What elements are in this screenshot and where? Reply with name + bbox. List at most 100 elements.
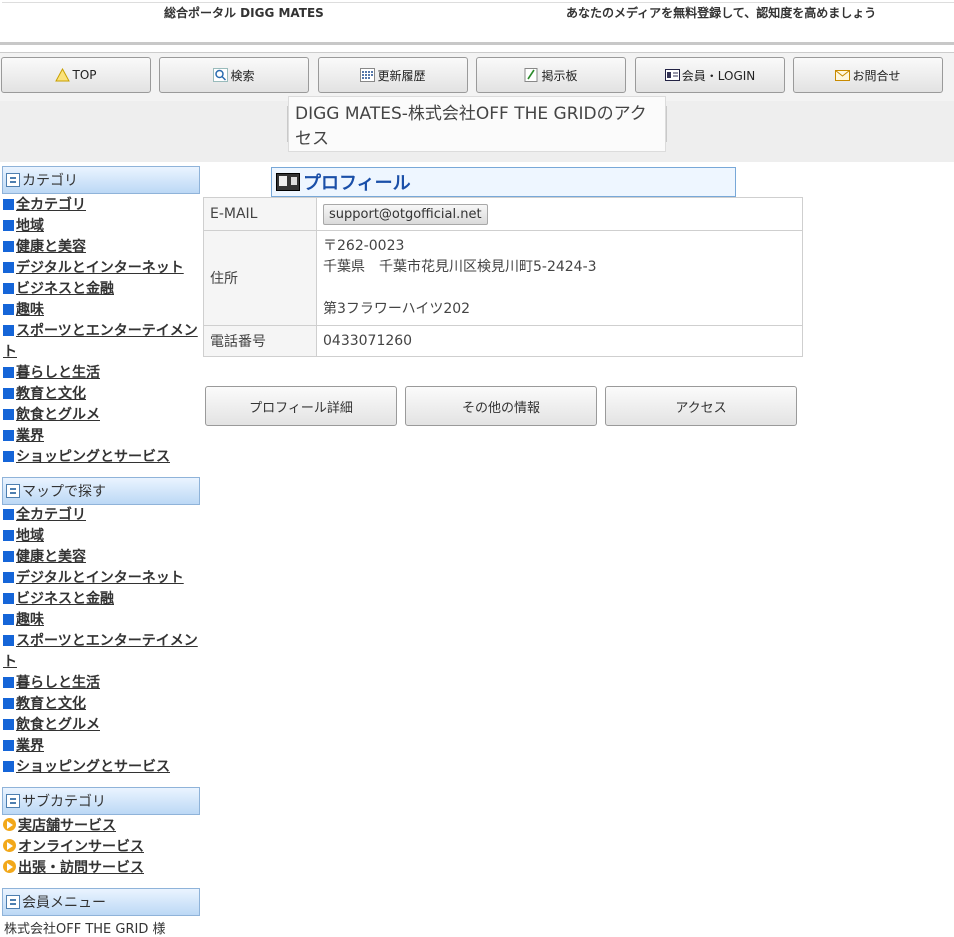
category-link[interactable]: 業界 — [3, 426, 201, 447]
map-heading: マップで探す — [2, 477, 200, 505]
map-link[interactable]: デジタルとインターネット — [3, 568, 201, 589]
category-link[interactable]: 趣味 — [3, 300, 201, 321]
map-link[interactable]: 健康と美容 — [3, 547, 201, 568]
play-circle-icon — [3, 839, 16, 852]
blue-square-bullet-icon — [3, 220, 14, 231]
category-link-label: ショッピングとサービス — [16, 449, 170, 465]
blue-square-bullet-icon — [3, 241, 14, 252]
blue-square-bullet-icon — [3, 430, 14, 441]
site-tagline: あなたのメディアを無料登録して、認知度を高めましょう — [566, 6, 877, 20]
map-link[interactable]: 飲食とグルメ — [3, 715, 201, 736]
table-row: E-MAIL support@otgofficial.net — [203, 197, 803, 231]
blue-square-bullet-icon — [3, 388, 14, 399]
blue-square-bullet-icon — [3, 283, 14, 294]
nav-search-button[interactable]: 検索 — [159, 57, 309, 93]
site-header: 総合ポータル DIGG MATES あなたのメディアを無料登録して、認知度を高め… — [0, 0, 954, 45]
blue-square-bullet-icon — [3, 325, 14, 336]
nav-login-label: 会員・LOGIN — [681, 68, 756, 83]
map-link-label: 飲食とグルメ — [16, 717, 100, 733]
category-link[interactable]: 健康と美容 — [3, 237, 201, 258]
blue-square-bullet-icon — [3, 740, 14, 751]
map-link[interactable]: 教育と文化 — [3, 694, 201, 715]
category-link-label: スポーツとエンターテイメント — [3, 323, 198, 360]
play-circle-icon — [3, 818, 16, 831]
subcategory-link[interactable]: オンラインサービス — [3, 837, 201, 858]
category-heading: カテゴリ — [2, 166, 200, 194]
category-link-label: 暮らしと生活 — [16, 365, 100, 381]
nav-top-button[interactable]: TOP — [1, 57, 151, 93]
category-link[interactable]: 飲食とグルメ — [3, 405, 201, 426]
blue-square-bullet-icon — [3, 677, 14, 688]
play-circle-icon — [3, 860, 16, 873]
map-link[interactable]: スポーツとエンターテイメント — [3, 631, 201, 673]
email-button[interactable]: support@otgofficial.net — [323, 203, 488, 225]
category-link[interactable]: 全カテゴリ — [3, 195, 201, 216]
category-link-label: 全カテゴリ — [16, 197, 86, 213]
category-heading-label: カテゴリ — [22, 173, 78, 189]
map-link-label: ビジネスと金融 — [16, 591, 114, 607]
envelope-icon — [835, 68, 851, 82]
table-row: 電話番号 0433071260 — [203, 325, 803, 357]
blue-square-bullet-icon — [3, 719, 14, 730]
map-link-label: 全カテゴリ — [16, 507, 86, 523]
address-line2: 第3フラワーハイツ202 — [323, 301, 471, 317]
blue-square-bullet-icon — [3, 509, 14, 520]
subcategory-link-label: 出張・訪問サービス — [18, 860, 144, 876]
warning-triangle-icon — [55, 67, 71, 82]
profile-card-icon — [276, 173, 300, 191]
subcategory-link-label: 実店舗サービス — [18, 818, 116, 834]
map-link[interactable]: 趣味 — [3, 610, 201, 631]
category-link[interactable]: ショッピングとサービス — [3, 447, 201, 468]
nav-contact-label: お問合せ — [852, 68, 901, 83]
tree-list-icon — [6, 173, 20, 187]
blue-square-bullet-icon — [3, 614, 14, 625]
map-link-label: ショッピングとサービス — [16, 759, 170, 775]
subcategory-heading: サブカテゴリ — [2, 787, 200, 815]
category-link[interactable]: スポーツとエンターテイメント — [3, 321, 201, 363]
profile-detail-button[interactable]: プロフィール詳細 — [205, 386, 397, 426]
page-title: DIGG MATES-株式会社OFF THE GRIDのアクセス — [288, 96, 666, 152]
blue-square-bullet-icon — [3, 199, 14, 210]
main-nav: TOP 検索 更新履歴 掲示板 会員・LOGIN お問合せ — [0, 52, 954, 102]
other-info-button[interactable]: その他の情報 — [405, 386, 597, 426]
map-link[interactable]: ショッピングとサービス — [3, 757, 201, 778]
nav-history-label: 更新履歴 — [377, 68, 426, 83]
blue-square-bullet-icon — [3, 635, 14, 646]
subcategory-link[interactable]: 出張・訪問サービス — [3, 858, 201, 879]
nav-search-label: 検索 — [230, 68, 255, 83]
map-link[interactable]: 地域 — [3, 526, 201, 547]
category-link[interactable]: デジタルとインターネット — [3, 258, 201, 279]
blue-square-bullet-icon — [3, 593, 14, 604]
map-link[interactable]: 暮らしと生活 — [3, 673, 201, 694]
subcategory-link[interactable]: 実店舗サービス — [3, 816, 201, 837]
map-link-label: 暮らしと生活 — [16, 675, 100, 691]
category-link[interactable]: 教育と文化 — [3, 384, 201, 405]
map-link-label: 健康と美容 — [16, 549, 86, 565]
profile-table: E-MAIL support@otgofficial.net 住所 〒262-0… — [203, 197, 803, 357]
access-button[interactable]: アクセス — [605, 386, 797, 426]
category-link[interactable]: ビジネスと金融 — [3, 279, 201, 300]
address-spacer — [323, 278, 796, 299]
member-name: 株式会社OFF THE GRID 様 — [4, 922, 166, 937]
blue-square-bullet-icon — [3, 304, 14, 315]
page-title-box: DIGG MATES-株式会社OFF THE GRIDのアクセス — [287, 96, 667, 152]
email-cell: support@otgofficial.net — [316, 197, 803, 231]
subcategory-link-label: オンラインサービス — [18, 839, 144, 855]
nav-login-button[interactable]: 会員・LOGIN — [635, 57, 785, 93]
map-heading-label: マップで探す — [22, 484, 106, 500]
map-link-label: 趣味 — [16, 612, 44, 628]
site-title[interactable]: 総合ポータル DIGG MATES — [164, 4, 324, 21]
nav-contact-button[interactable]: お問合せ — [793, 57, 943, 93]
category-link-label: 飲食とグルメ — [16, 407, 100, 423]
nav-history-button[interactable]: 更新履歴 — [318, 57, 468, 93]
map-link[interactable]: 業界 — [3, 736, 201, 757]
map-link[interactable]: 全カテゴリ — [3, 505, 201, 526]
category-link[interactable]: 暮らしと生活 — [3, 363, 201, 384]
category-link[interactable]: 地域 — [3, 216, 201, 237]
map-link-label: スポーツとエンターテイメント — [3, 633, 198, 670]
nav-top-label: TOP — [72, 68, 97, 82]
nav-board-button[interactable]: 掲示板 — [476, 57, 626, 93]
phone-value: 0433071260 — [316, 325, 803, 357]
map-link[interactable]: ビジネスと金融 — [3, 589, 201, 610]
magnifier-icon — [213, 68, 229, 82]
